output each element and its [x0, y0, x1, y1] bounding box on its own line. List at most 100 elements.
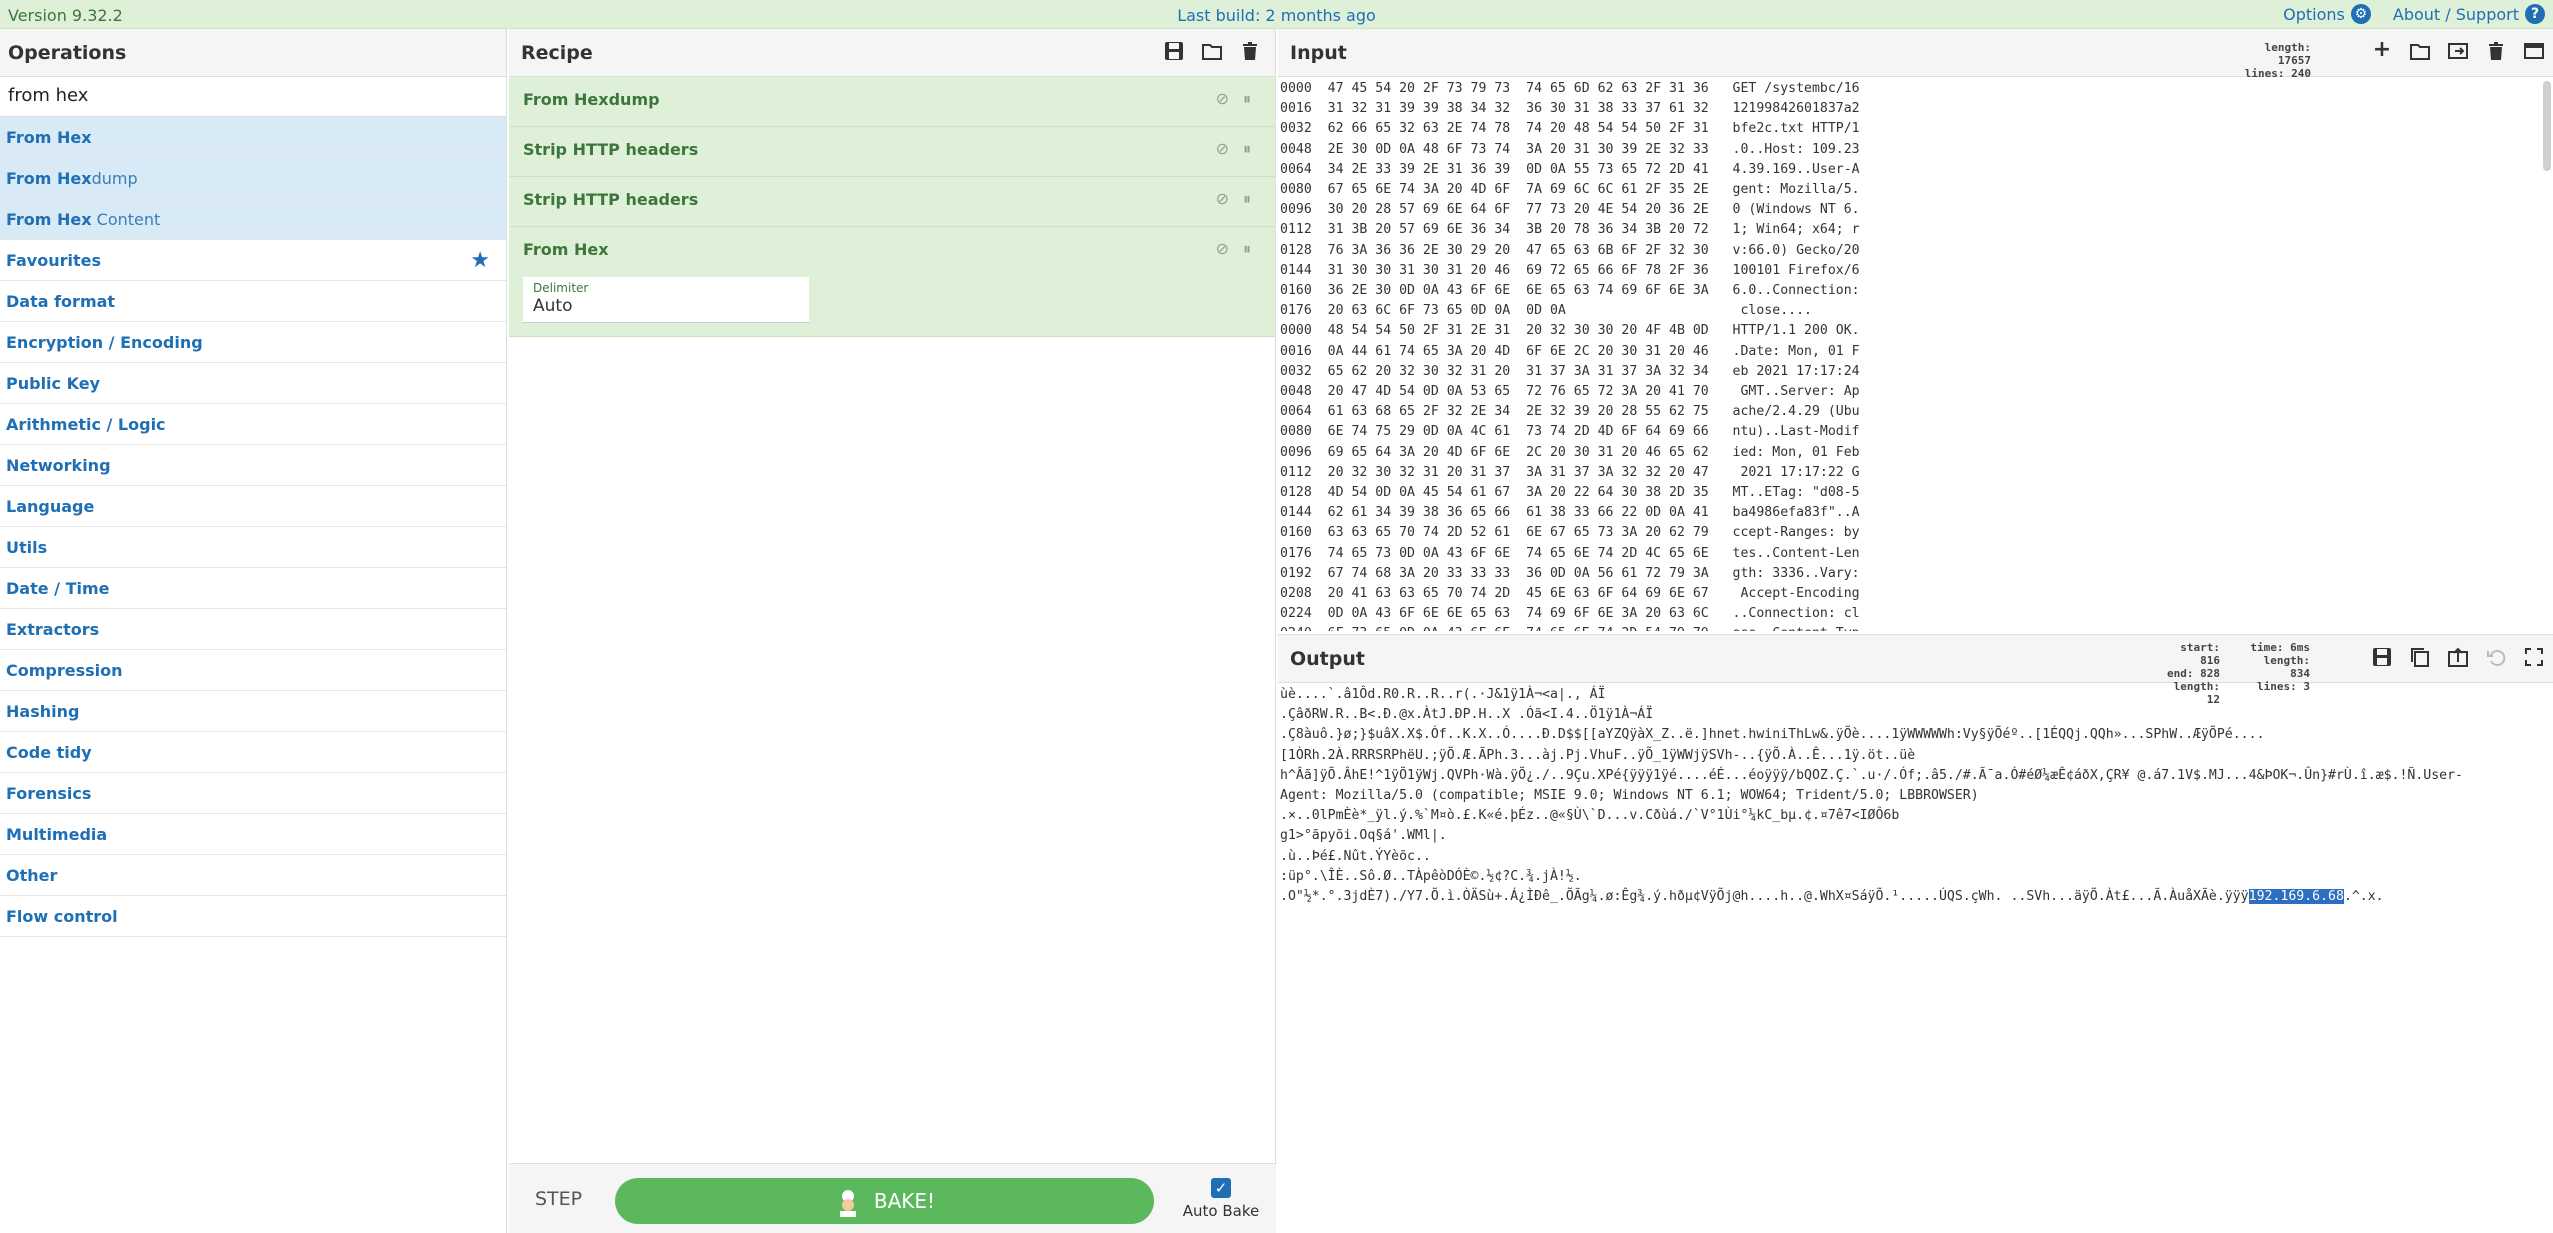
operations-search-input[interactable]: from hex — [0, 77, 506, 117]
pause-icon[interactable]: ⏸ — [1243, 239, 1251, 259]
output-title: Output — [1290, 648, 1365, 670]
category-label: Multimedia — [6, 825, 108, 844]
options-button[interactable]: Options ⚙ — [2283, 4, 2371, 24]
recipe-operation[interactable]: From Hex ⊘ ⏸ Delimiter Auto — [509, 227, 1275, 337]
help-icon: ? — [2525, 4, 2545, 24]
star-icon: ★ — [470, 248, 490, 273]
pause-icon[interactable]: ⏸ — [1243, 89, 1251, 109]
bake-button[interactable]: BAKE! — [615, 1178, 1154, 1224]
category-extractors[interactable]: Extractors — [0, 609, 506, 650]
operations-title: Operations — [0, 29, 506, 77]
pause-icon[interactable]: ⏸ — [1243, 189, 1251, 209]
checkbox-checked-icon: ✓ — [1211, 1178, 1231, 1198]
save-icon[interactable] — [2371, 646, 2393, 668]
about-support-button[interactable]: About / Support? — [2393, 4, 2545, 24]
category-encryption-encoding[interactable]: Encryption / Encoding — [0, 322, 506, 363]
output-textarea[interactable]: ùè....`.â1Ôd.R0.R..R..r(.·J&1ÿ1À¬<a|., Á… — [1280, 685, 2550, 907]
disable-icon[interactable]: ⊘ — [1216, 239, 1229, 259]
operation-result-rest: Content — [91, 210, 161, 229]
operation-result[interactable]: From Hex — [0, 117, 506, 158]
input-scrollbar[interactable] — [2543, 81, 2551, 171]
input-stats: length: 17657 lines: 240 — [2244, 41, 2311, 80]
last-build-label[interactable]: Last build: 2 months ago — [0, 6, 2553, 25]
category-language[interactable]: Language — [0, 486, 506, 527]
category-multimedia[interactable]: Multimedia — [0, 814, 506, 855]
open-file-icon[interactable] — [2447, 40, 2469, 62]
category-label: Forensics — [6, 784, 92, 803]
input-textarea[interactable]: 0000 47 45 54 20 2F 73 79 73 74 65 6D 62… — [1280, 79, 2536, 631]
category-other[interactable]: Other — [0, 855, 506, 896]
layout-icon[interactable] — [2523, 40, 2545, 62]
category-label: Data format — [6, 292, 116, 311]
category-label: Encryption / Encoding — [6, 333, 203, 352]
maximise-icon[interactable] — [2523, 646, 2545, 668]
category-date-time[interactable]: Date / Time — [0, 568, 506, 609]
category-label: Public Key — [6, 374, 100, 393]
save-icon[interactable] — [1163, 40, 1185, 62]
category-utils[interactable]: Utils — [0, 527, 506, 568]
category-arithmetic-logic[interactable]: Arithmetic / Logic — [0, 404, 506, 445]
open-folder-icon[interactable] — [2409, 40, 2431, 62]
delimiter-value: Auto — [533, 296, 573, 316]
category-label: Code tidy — [6, 743, 92, 762]
delimiter-field[interactable]: Delimiter Auto — [523, 277, 809, 323]
output-selection: 192.169.6.68 — [2248, 889, 2344, 905]
output-length: 834 — [2290, 667, 2310, 680]
bake-label: BAKE! — [873, 1189, 936, 1213]
category-label: Hashing — [6, 702, 80, 721]
disable-icon[interactable]: ⊘ — [1216, 189, 1229, 209]
output-pane: Output start: 816 end: 828 length: 12 ti… — [1278, 634, 2553, 1233]
top-banner: Version 9.32.2 Last build: 2 months ago … — [0, 0, 2553, 29]
step-button[interactable]: STEP — [535, 1188, 582, 1210]
io-panel: Input length: 17657 lines: 240 + 0000 47… — [1278, 29, 2553, 1233]
replace-input-icon[interactable] — [2447, 646, 2469, 668]
output-end: 828 — [2200, 667, 2220, 680]
recipe-operation[interactable]: Strip HTTP headers ⊘ ⏸ — [509, 127, 1275, 177]
auto-bake-label: Auto Bake — [1182, 1202, 1260, 1220]
category-data-format[interactable]: Data format — [0, 281, 506, 322]
operation-result[interactable]: From Hexdump — [0, 158, 506, 199]
disable-icon[interactable]: ⊘ — [1216, 89, 1229, 109]
disable-icon[interactable]: ⊘ — [1216, 139, 1229, 159]
gear-icon: ⚙ — [2350, 4, 2371, 24]
category-forensics[interactable]: Forensics — [0, 773, 506, 814]
category-compression[interactable]: Compression — [0, 650, 506, 691]
undo-icon[interactable] — [2485, 646, 2507, 668]
add-tab-icon[interactable]: + — [2371, 39, 2393, 62]
category-label: Networking — [6, 456, 111, 475]
category-hashing[interactable]: Hashing — [0, 691, 506, 732]
category-favourites[interactable]: Favourites ★ — [0, 240, 506, 281]
input-title-bar: Input length: 17657 lines: 240 + — [1278, 29, 2553, 80]
operation-result-rest: dump — [91, 169, 138, 188]
recipe-operation-name: Strip HTTP headers — [523, 190, 699, 209]
category-flow-control[interactable]: Flow control — [0, 896, 506, 937]
category-label: Flow control — [6, 907, 118, 926]
trash-icon[interactable] — [2485, 40, 2507, 62]
category-code-tidy[interactable]: Code tidy — [0, 732, 506, 773]
recipe-operation-name: Strip HTTP headers — [523, 140, 699, 159]
auto-bake-toggle[interactable]: ✓ Auto Bake — [1181, 1178, 1261, 1220]
recipe-operation[interactable]: Strip HTTP headers ⊘ ⏸ — [509, 177, 1275, 227]
input-length: 17657 — [2277, 54, 2311, 67]
pause-icon[interactable]: ⏸ — [1243, 139, 1251, 159]
recipe-operation[interactable]: From Hexdump ⊘ ⏸ — [509, 77, 1275, 127]
copy-icon[interactable] — [2409, 646, 2431, 668]
recipe-panel: Recipe From Hexdump ⊘ ⏸ Strip HTTP headers ⊘… — [509, 29, 1276, 1233]
bake-bar: STEP BAKE! ✓ Auto Bake — [509, 1163, 1276, 1233]
recipe-operation-name: From Hexdump — [523, 90, 660, 109]
operations-panel: Operations from hex From Hex From Hexdump… — [0, 29, 507, 1233]
folder-icon[interactable] — [1201, 40, 1223, 62]
category-networking[interactable]: Networking — [0, 445, 506, 486]
trash-icon[interactable] — [1239, 40, 1261, 62]
operation-result-match: From Hex — [6, 128, 92, 147]
operation-result-match: From Hex — [6, 169, 92, 188]
category-label: Favourites — [6, 251, 101, 270]
recipe-title-bar: Recipe — [509, 29, 1275, 77]
category-label: Date / Time — [6, 579, 110, 598]
chef-icon — [839, 1189, 856, 1217]
operation-result[interactable]: From Hex Content — [0, 199, 506, 240]
delimiter-label: Delimiter — [533, 281, 589, 295]
category-public-key[interactable]: Public Key — [0, 363, 506, 404]
category-label: Other — [6, 866, 58, 885]
category-label: Compression — [6, 661, 123, 680]
